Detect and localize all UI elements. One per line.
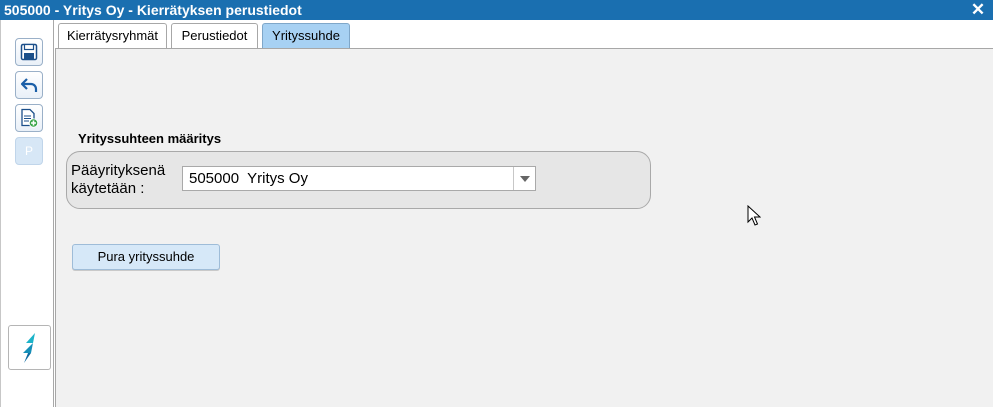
new-document-icon (21, 108, 39, 128)
save-icon (20, 43, 38, 61)
app-logo-icon (22, 332, 35, 363)
tab-bar: Kierrätysryhmät Perustiedot Yrityssuhde (55, 20, 993, 48)
tab-perustiedot[interactable]: Perustiedot (171, 23, 258, 48)
tab-yrityssuhde[interactable]: Yrityssuhde (262, 23, 350, 48)
p-button[interactable]: P (15, 137, 43, 165)
parent-company-value: 505000 Yritys Oy (189, 170, 308, 187)
close-icon[interactable]: ✕ (969, 0, 987, 20)
left-toolbar: P (0, 20, 54, 407)
chevron-down-icon[interactable] (513, 167, 535, 190)
company-relation-group: Pääyrityksenä käytetään : 505000 Yritys … (66, 151, 651, 209)
undo-icon (20, 78, 38, 92)
section-title: Yrityssuhteen määritys (78, 131, 222, 146)
save-button[interactable] (15, 38, 43, 66)
tab-kierratysryhmat[interactable]: Kierrätysryhmät (58, 23, 167, 48)
new-document-button[interactable] (15, 104, 43, 132)
window-titlebar: 505000 - Yritys Oy - Kierrätyksen perust… (0, 0, 993, 20)
parent-company-label: Pääyrityksenä käytetään : (71, 162, 166, 197)
window-title: 505000 - Yritys Oy - Kierrätyksen perust… (4, 2, 302, 18)
mouse-cursor-icon (747, 205, 761, 226)
tab-content-yrityssuhde: Yrityssuhteen määritys Pääyrityksenä käy… (55, 48, 993, 407)
parent-company-select[interactable]: 505000 Yritys Oy (182, 166, 536, 191)
dissolve-relation-button[interactable]: Pura yrityssuhde (72, 244, 220, 270)
app-logo-button[interactable] (8, 325, 51, 370)
undo-button[interactable] (15, 71, 43, 99)
